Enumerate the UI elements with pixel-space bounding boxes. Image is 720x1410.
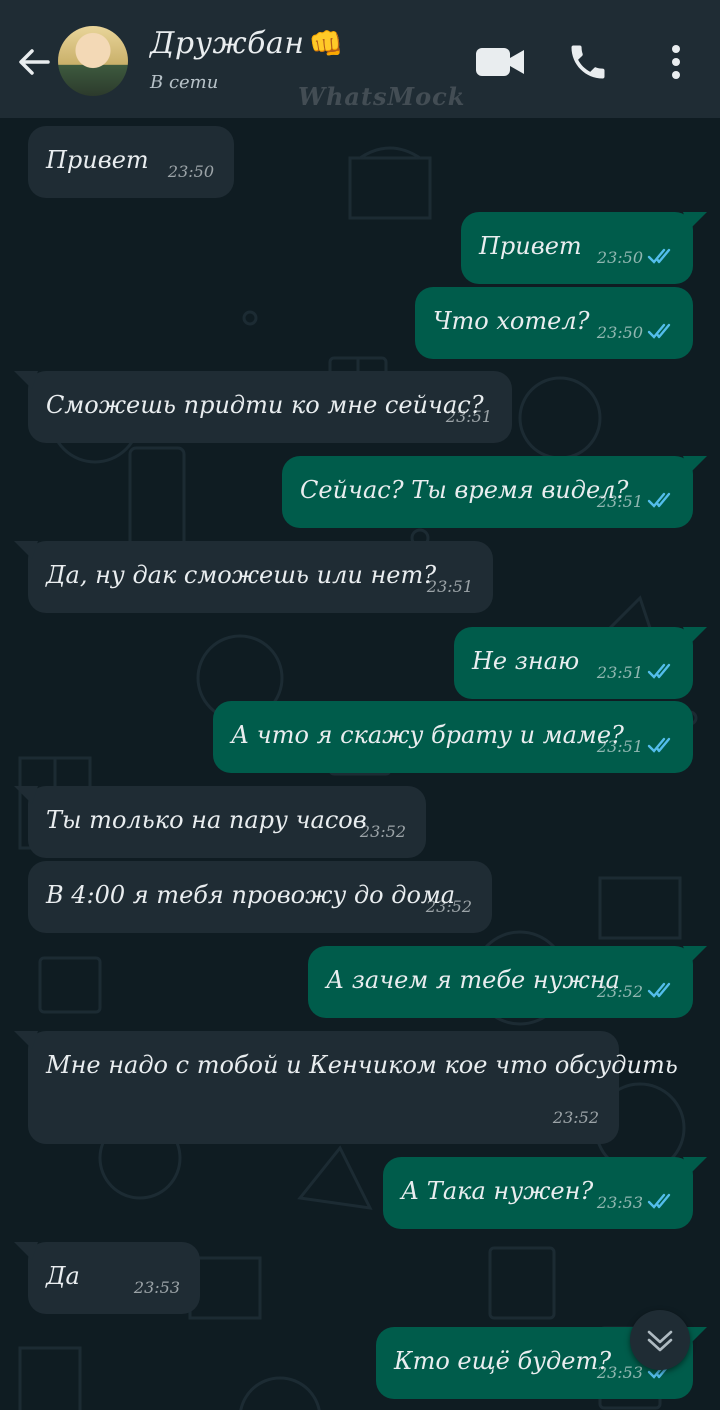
message-text: Да (46, 1262, 80, 1290)
read-ticks-icon (647, 492, 671, 508)
message-text: Кто ещё будет? (394, 1347, 612, 1375)
message-time: 23:53 (596, 1193, 643, 1212)
fist-emoji: 👊 (308, 27, 344, 60)
bubble-tail (14, 786, 38, 804)
read-ticks-icon (647, 248, 671, 264)
message-time: 23:51 (426, 577, 473, 596)
contact-name[interactable]: Дружбан 👊 (150, 26, 344, 61)
message-text: А Така нужен? (401, 1177, 594, 1205)
bubble-tail (14, 371, 38, 389)
read-ticks-icon (647, 982, 671, 998)
message-outgoing[interactable]: Сейчас? Ты время видел? 23:51 (282, 456, 707, 528)
message-time: 23:51 (596, 492, 643, 511)
read-ticks-icon (647, 663, 671, 679)
message-text: Сейчас? Ты время видел? (300, 476, 629, 504)
bubble-tail (14, 1031, 38, 1049)
more-options-icon[interactable] (666, 42, 686, 82)
bubble-tail (683, 627, 707, 645)
message-time: 23:51 (445, 407, 492, 426)
message-time: 23:52 (359, 822, 406, 841)
back-arrow-icon[interactable] (14, 42, 54, 82)
scroll-to-bottom-button[interactable] (630, 1310, 690, 1370)
bubble-tail (683, 212, 707, 230)
message-time: 23:53 (133, 1278, 180, 1297)
contact-avatar[interactable] (58, 26, 128, 96)
message-text: Привет (479, 232, 582, 260)
message-time: 23:52 (425, 897, 472, 916)
read-ticks-icon (647, 323, 671, 339)
message-time: 23:51 (596, 737, 643, 756)
bubble-tail (683, 456, 707, 474)
message-time: 23:50 (596, 323, 643, 342)
message-text: А зачем я тебе нужна (326, 966, 620, 994)
message-time: 23:50 (167, 162, 214, 181)
message-outgoing[interactable]: Привет 23:50 (461, 212, 707, 284)
read-ticks-icon (647, 737, 671, 753)
message-incoming[interactable]: Сможешь придти ко мне сейчас? 23:51 (14, 371, 512, 443)
message-incoming[interactable]: Ты только на пару часов 23:52 (14, 786, 426, 858)
message-incoming[interactable]: Да, ну дак сможешь или нет? 23:51 (14, 541, 493, 613)
message-time: 23:52 (552, 1108, 599, 1127)
phone-call-icon[interactable] (566, 40, 610, 84)
chat-header: Дружбан 👊 В сети WhatsMock (0, 0, 720, 118)
message-outgoing[interactable]: Не знаю 23:51 (454, 627, 707, 699)
message-text: А что я скажу брату и маме? (231, 721, 624, 749)
message-text: В 4:00 я тебя провожу до дома (46, 881, 456, 909)
message-time: 23:50 (596, 248, 643, 267)
double-chevron-down-icon (647, 1330, 673, 1352)
bubble-tail (683, 1157, 707, 1175)
message-time: 23:52 (596, 982, 643, 1001)
message-text: Не знаю (472, 647, 580, 675)
contact-name-text: Дружбан (150, 26, 305, 61)
message-outgoing[interactable]: А Така нужен? 23:53 (383, 1157, 707, 1229)
message-time: 23:51 (596, 663, 643, 682)
message-text: Ты только на пару часов (46, 806, 367, 834)
message-text: Сможешь придти ко мне сейчас? (46, 391, 484, 419)
read-ticks-icon (647, 1193, 671, 1209)
message-outgoing[interactable]: А что я скажу брату и маме? 23:51 (213, 701, 693, 773)
message-incoming[interactable]: В 4:00 я тебя провожу до дома 23:52 (28, 861, 492, 933)
message-incoming[interactable]: Мне надо с тобой и Кенчиком кое что обсу… (14, 1031, 678, 1144)
watermark: WhatsMock (298, 82, 466, 111)
bubble-tail (14, 1242, 38, 1260)
bubble-tail (683, 946, 707, 964)
contact-status: В сети (150, 72, 219, 93)
message-incoming[interactable]: Привет 23:50 (28, 126, 234, 198)
bubble-tail (14, 541, 38, 559)
message-outgoing[interactable]: Что хотел? 23:50 (415, 287, 693, 359)
video-call-icon[interactable] (474, 44, 526, 80)
message-text: Да, ну дак сможешь или нет? (46, 561, 437, 589)
message-outgoing[interactable]: А зачем я тебе нужна 23:52 (308, 946, 707, 1018)
message-text: Привет (46, 146, 149, 174)
message-incoming[interactable]: Да 23:53 (14, 1242, 200, 1314)
message-text: Что хотел? (433, 307, 590, 335)
message-text: Мне надо с тобой и Кенчиком кое что обсу… (46, 1051, 678, 1079)
